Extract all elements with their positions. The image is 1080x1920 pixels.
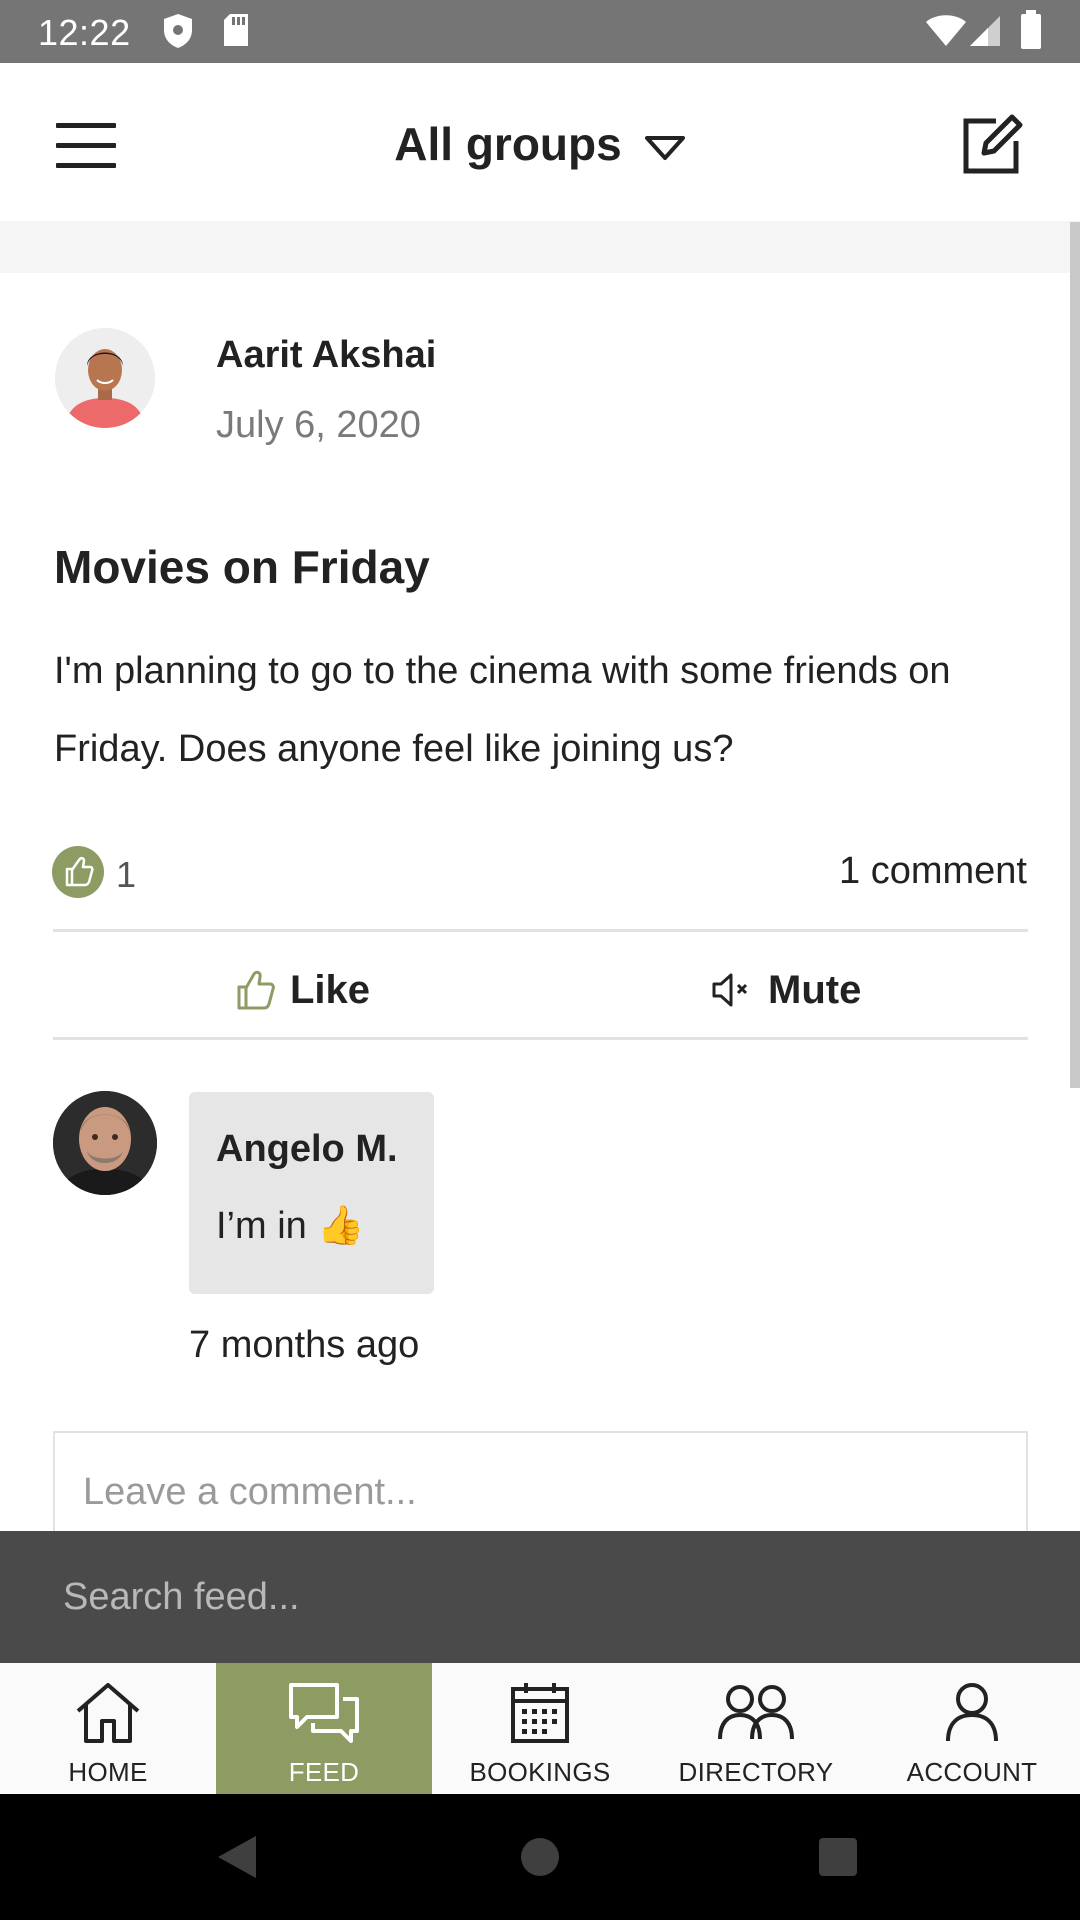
search-bar	[0, 1531, 1080, 1663]
nav-label: DIRECTORY	[678, 1757, 834, 1787]
home-circle-icon[interactable]	[520, 1837, 560, 1877]
people-icon	[718, 1685, 794, 1740]
mute-icon	[712, 973, 748, 1007]
compose-icon[interactable]	[962, 113, 1024, 175]
like-badge-icon	[52, 846, 104, 898]
like-label: Like	[290, 967, 371, 1012]
scrollbar[interactable]	[1070, 222, 1080, 1088]
comment-text: I’m in 👍	[216, 1205, 365, 1247]
calendar-icon	[511, 1683, 569, 1743]
nav-label: HOME	[68, 1757, 148, 1787]
mute-button[interactable]: Mute	[712, 962, 861, 1018]
comment-count[interactable]: 1 comment	[839, 850, 1027, 893]
recents-icon[interactable]	[818, 1837, 858, 1877]
commenter-avatar[interactable]	[53, 1091, 157, 1195]
nav-item-bookings[interactable]: BOOKINGS	[432, 1663, 648, 1794]
mute-label: Mute	[768, 967, 862, 1012]
status-time: 12:22	[38, 12, 131, 53]
nav-label: BOOKINGS	[469, 1757, 611, 1787]
feed-icon	[289, 1683, 359, 1743]
comment-input[interactable]	[53, 1431, 1028, 1531]
divider	[53, 929, 1028, 932]
comment-time: 7 months ago	[189, 1324, 420, 1366]
nav-label: FEED	[288, 1757, 360, 1787]
nav-item-directory[interactable]: DIRECTORY	[648, 1663, 864, 1794]
back-icon[interactable]	[216, 1834, 258, 1880]
person-icon	[946, 1683, 998, 1742]
divider	[53, 1037, 1028, 1040]
nav-item-feed[interactable]: FEED	[216, 1663, 432, 1794]
shield-icon	[162, 12, 194, 55]
nav-item-account[interactable]: ACCOUNT	[864, 1663, 1080, 1794]
status-bar: 12:22	[0, 0, 1080, 63]
system-nav-bar	[0, 1794, 1080, 1920]
search-input[interactable]	[0, 1531, 1080, 1663]
post-date: July 6, 2020	[216, 404, 421, 446]
bottom-nav: HOME FEED BOOKINGS DIRECTORY ACCOUNT	[0, 1663, 1080, 1794]
comment-bubble: Angelo M. I’m in 👍	[189, 1092, 434, 1294]
wifi-icon	[924, 14, 968, 53]
chevron-down-icon	[644, 118, 686, 172]
signal-icon	[968, 14, 1002, 53]
header-title: All groups	[394, 118, 622, 170]
nav-item-home[interactable]: HOME	[0, 1663, 216, 1794]
post-author[interactable]: Aarit Akshai	[216, 334, 436, 377]
nav-label: ACCOUNT	[906, 1757, 1038, 1787]
post-title: Movies on Friday	[54, 541, 430, 593]
author-avatar[interactable]	[55, 328, 155, 428]
home-icon	[76, 1683, 140, 1743]
group-selector[interactable]: All groups	[0, 117, 1080, 172]
commenter-name[interactable]: Angelo M.	[216, 1128, 398, 1171]
thumbs-up-icon	[237, 970, 275, 1010]
app-header: All groups	[0, 63, 1080, 221]
post-body: I'm planning to go to the cinema with so…	[54, 650, 951, 770]
like-count: 1	[116, 854, 137, 895]
sd-card-icon	[222, 12, 250, 53]
battery-icon	[1020, 10, 1042, 55]
feed-separator	[0, 221, 1080, 273]
like-button[interactable]: Like	[236, 962, 370, 1018]
